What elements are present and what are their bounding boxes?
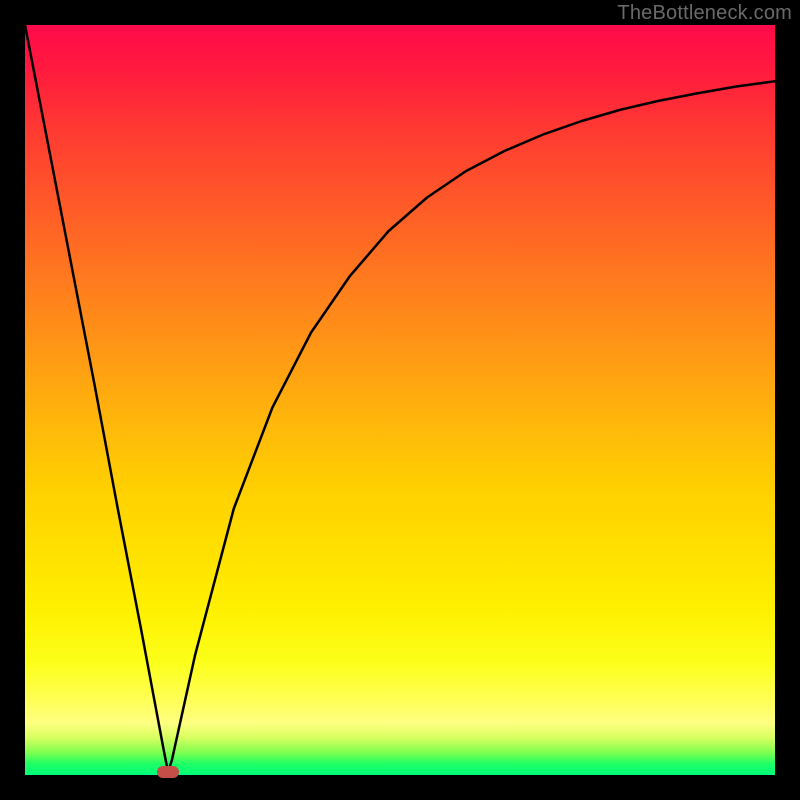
chart-frame: TheBottleneck.com bbox=[0, 0, 800, 800]
plot-area bbox=[25, 25, 775, 775]
watermark-text: TheBottleneck.com bbox=[617, 2, 792, 25]
bottleneck-curve bbox=[25, 25, 775, 775]
minimum-marker bbox=[157, 766, 179, 778]
